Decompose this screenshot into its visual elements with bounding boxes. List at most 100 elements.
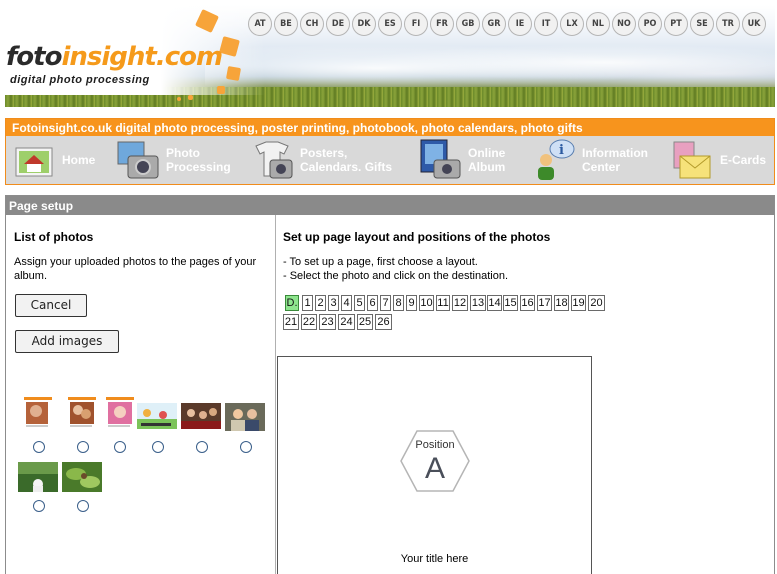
nav-photo-processing[interactable]: Photo Processing — [116, 136, 231, 184]
nav-info-label-1: Information — [582, 146, 648, 160]
country-lx[interactable]: LX — [560, 12, 584, 36]
country-gr[interactable]: GR — [482, 12, 506, 36]
country-fr[interactable]: FR — [430, 12, 454, 36]
page-title-caption[interactable]: Your title here — [278, 553, 591, 565]
country-nl[interactable]: NL — [586, 12, 610, 36]
country-es[interactable]: ES — [378, 12, 402, 36]
photo-thumb-7[interactable] — [18, 462, 58, 492]
nav-home[interactable]: Home — [12, 136, 95, 184]
page-btn-13[interactable]: 13 — [470, 295, 486, 311]
page-btn-8[interactable]: 8 — [393, 295, 404, 311]
photo-thumb-1[interactable] — [24, 397, 52, 433]
page-btn-11[interactable]: 11 — [436, 295, 450, 311]
photo-radio-2[interactable] — [77, 441, 89, 453]
country-se[interactable]: SE — [690, 12, 714, 36]
country-it[interactable]: IT — [534, 12, 558, 36]
page-btn-24[interactable]: 24 — [338, 314, 355, 330]
nav-ecards-label: E-Cards — [720, 153, 767, 167]
country-ie[interactable]: IE — [508, 12, 532, 36]
layout-heading: Set up page layout and positions of the … — [283, 230, 551, 244]
photo-thumb-5[interactable] — [181, 403, 221, 429]
photo-radio-6[interactable] — [240, 441, 252, 453]
layout-instruction-2: - Select the photo and click on the dest… — [283, 270, 509, 282]
page-btn-5[interactable]: 5 — [354, 295, 365, 311]
nav-information-center[interactable]: i Information Center — [532, 136, 648, 184]
logo-text-insight: insight — [61, 42, 156, 72]
nav-online-album[interactable]: Online Album — [418, 136, 505, 184]
nav-info-label-2: Center — [582, 160, 621, 174]
photo-thumb-2[interactable] — [68, 397, 96, 433]
page-btn-2[interactable]: 2 — [315, 295, 326, 311]
nav-posters-label-1: Posters, — [300, 146, 348, 160]
page-btn-9[interactable]: 9 — [406, 295, 417, 311]
nav-posters[interactable]: Posters, Calendars. Gifts — [250, 136, 392, 184]
country-ch[interactable]: CH — [300, 12, 324, 36]
photo-list-description: Assign your uploaded photos to the pages… — [14, 256, 257, 282]
country-gb[interactable]: GB — [456, 12, 480, 36]
nav-album-label-2: Album — [468, 160, 506, 174]
page-btn-23[interactable]: 23 — [319, 314, 336, 330]
svg-text:i: i — [559, 143, 564, 158]
page-btn-12[interactable]: 12 — [452, 295, 468, 311]
page-btn-19[interactable]: 19 — [571, 295, 586, 311]
photo-radio-3[interactable] — [114, 441, 126, 453]
page-btn-17[interactable]: 17 — [537, 295, 552, 311]
logo-square-4 — [217, 86, 225, 94]
country-be[interactable]: BE — [274, 12, 298, 36]
page-btn-22[interactable]: 22 — [301, 314, 317, 330]
nav-ecards[interactable]: E-Cards — [670, 136, 766, 184]
page-btn-3[interactable]: 3 — [328, 295, 339, 311]
country-fi[interactable]: FI — [404, 12, 428, 36]
country-tr[interactable]: TR — [716, 12, 740, 36]
nav-title: Fotoinsight.co.uk digital photo processi… — [6, 119, 774, 136]
photo-radio-7[interactable] — [33, 500, 45, 512]
panel-title: Page setup — [6, 196, 774, 215]
page-btn-26[interactable]: 26 — [375, 314, 392, 330]
country-de[interactable]: DE — [326, 12, 350, 36]
main-navigation: Fotoinsight.co.uk digital photo processi… — [5, 118, 775, 185]
page-btn-d[interactable]: D. — [285, 295, 299, 311]
photo-thumb-6[interactable] — [225, 403, 265, 431]
layout-instruction-1: - To set up a page, first choose a layou… — [283, 256, 478, 268]
site-logo[interactable]: fotoinsight.com — [6, 42, 223, 72]
photo-position-a[interactable]: Position A — [399, 429, 471, 493]
page-btn-14[interactable]: 14 — [487, 295, 502, 311]
page-btn-1[interactable]: 1 — [302, 295, 313, 311]
page-btn-6[interactable]: 6 — [367, 295, 378, 311]
country-pt[interactable]: PT — [664, 12, 688, 36]
page-btn-25[interactable]: 25 — [357, 314, 373, 330]
info-person-icon: i — [532, 138, 576, 182]
logo-text-domain: .com — [155, 42, 223, 72]
photo-thumb-8[interactable] — [62, 462, 102, 492]
logo-text-foto: foto — [6, 42, 62, 72]
logo-square-3 — [225, 65, 242, 82]
nav-photo-label-1: Photo — [166, 146, 200, 160]
photo-radio-4[interactable] — [152, 441, 164, 453]
logo-tagline: digital photo processing — [10, 74, 150, 86]
page-btn-4[interactable]: 4 — [341, 295, 352, 311]
cancel-button[interactable]: Cancel — [15, 294, 87, 317]
photo-radio-8[interactable] — [77, 500, 89, 512]
country-po[interactable]: PO — [638, 12, 662, 36]
country-uk[interactable]: UK — [742, 12, 766, 36]
page-btn-7[interactable]: 7 — [380, 295, 391, 311]
position-label: Position — [415, 439, 455, 451]
country-no[interactable]: NO — [612, 12, 636, 36]
home-icon — [12, 138, 56, 182]
photo-thumb-4[interactable] — [137, 403, 177, 429]
page-btn-20[interactable]: 20 — [588, 295, 605, 311]
page-btn-10[interactable]: 10 — [419, 295, 434, 311]
photo-list-heading: List of photos — [14, 230, 94, 244]
page-btn-18[interactable]: 18 — [554, 295, 569, 311]
country-dk[interactable]: DK — [352, 12, 376, 36]
page-btn-16[interactable]: 16 — [520, 295, 535, 311]
photo-radio-1[interactable] — [33, 441, 45, 453]
photo-thumb-3[interactable] — [106, 397, 134, 433]
photo-radio-5[interactable] — [196, 441, 208, 453]
page-btn-15[interactable]: 15 — [503, 295, 518, 311]
sky-clouds — [205, 35, 775, 90]
page-btn-21[interactable]: 21 — [283, 314, 299, 330]
photo-list-column: List of photos Assign your uploaded phot… — [6, 215, 276, 574]
add-images-button[interactable]: Add images — [15, 330, 119, 353]
country-at[interactable]: AT — [248, 12, 272, 36]
